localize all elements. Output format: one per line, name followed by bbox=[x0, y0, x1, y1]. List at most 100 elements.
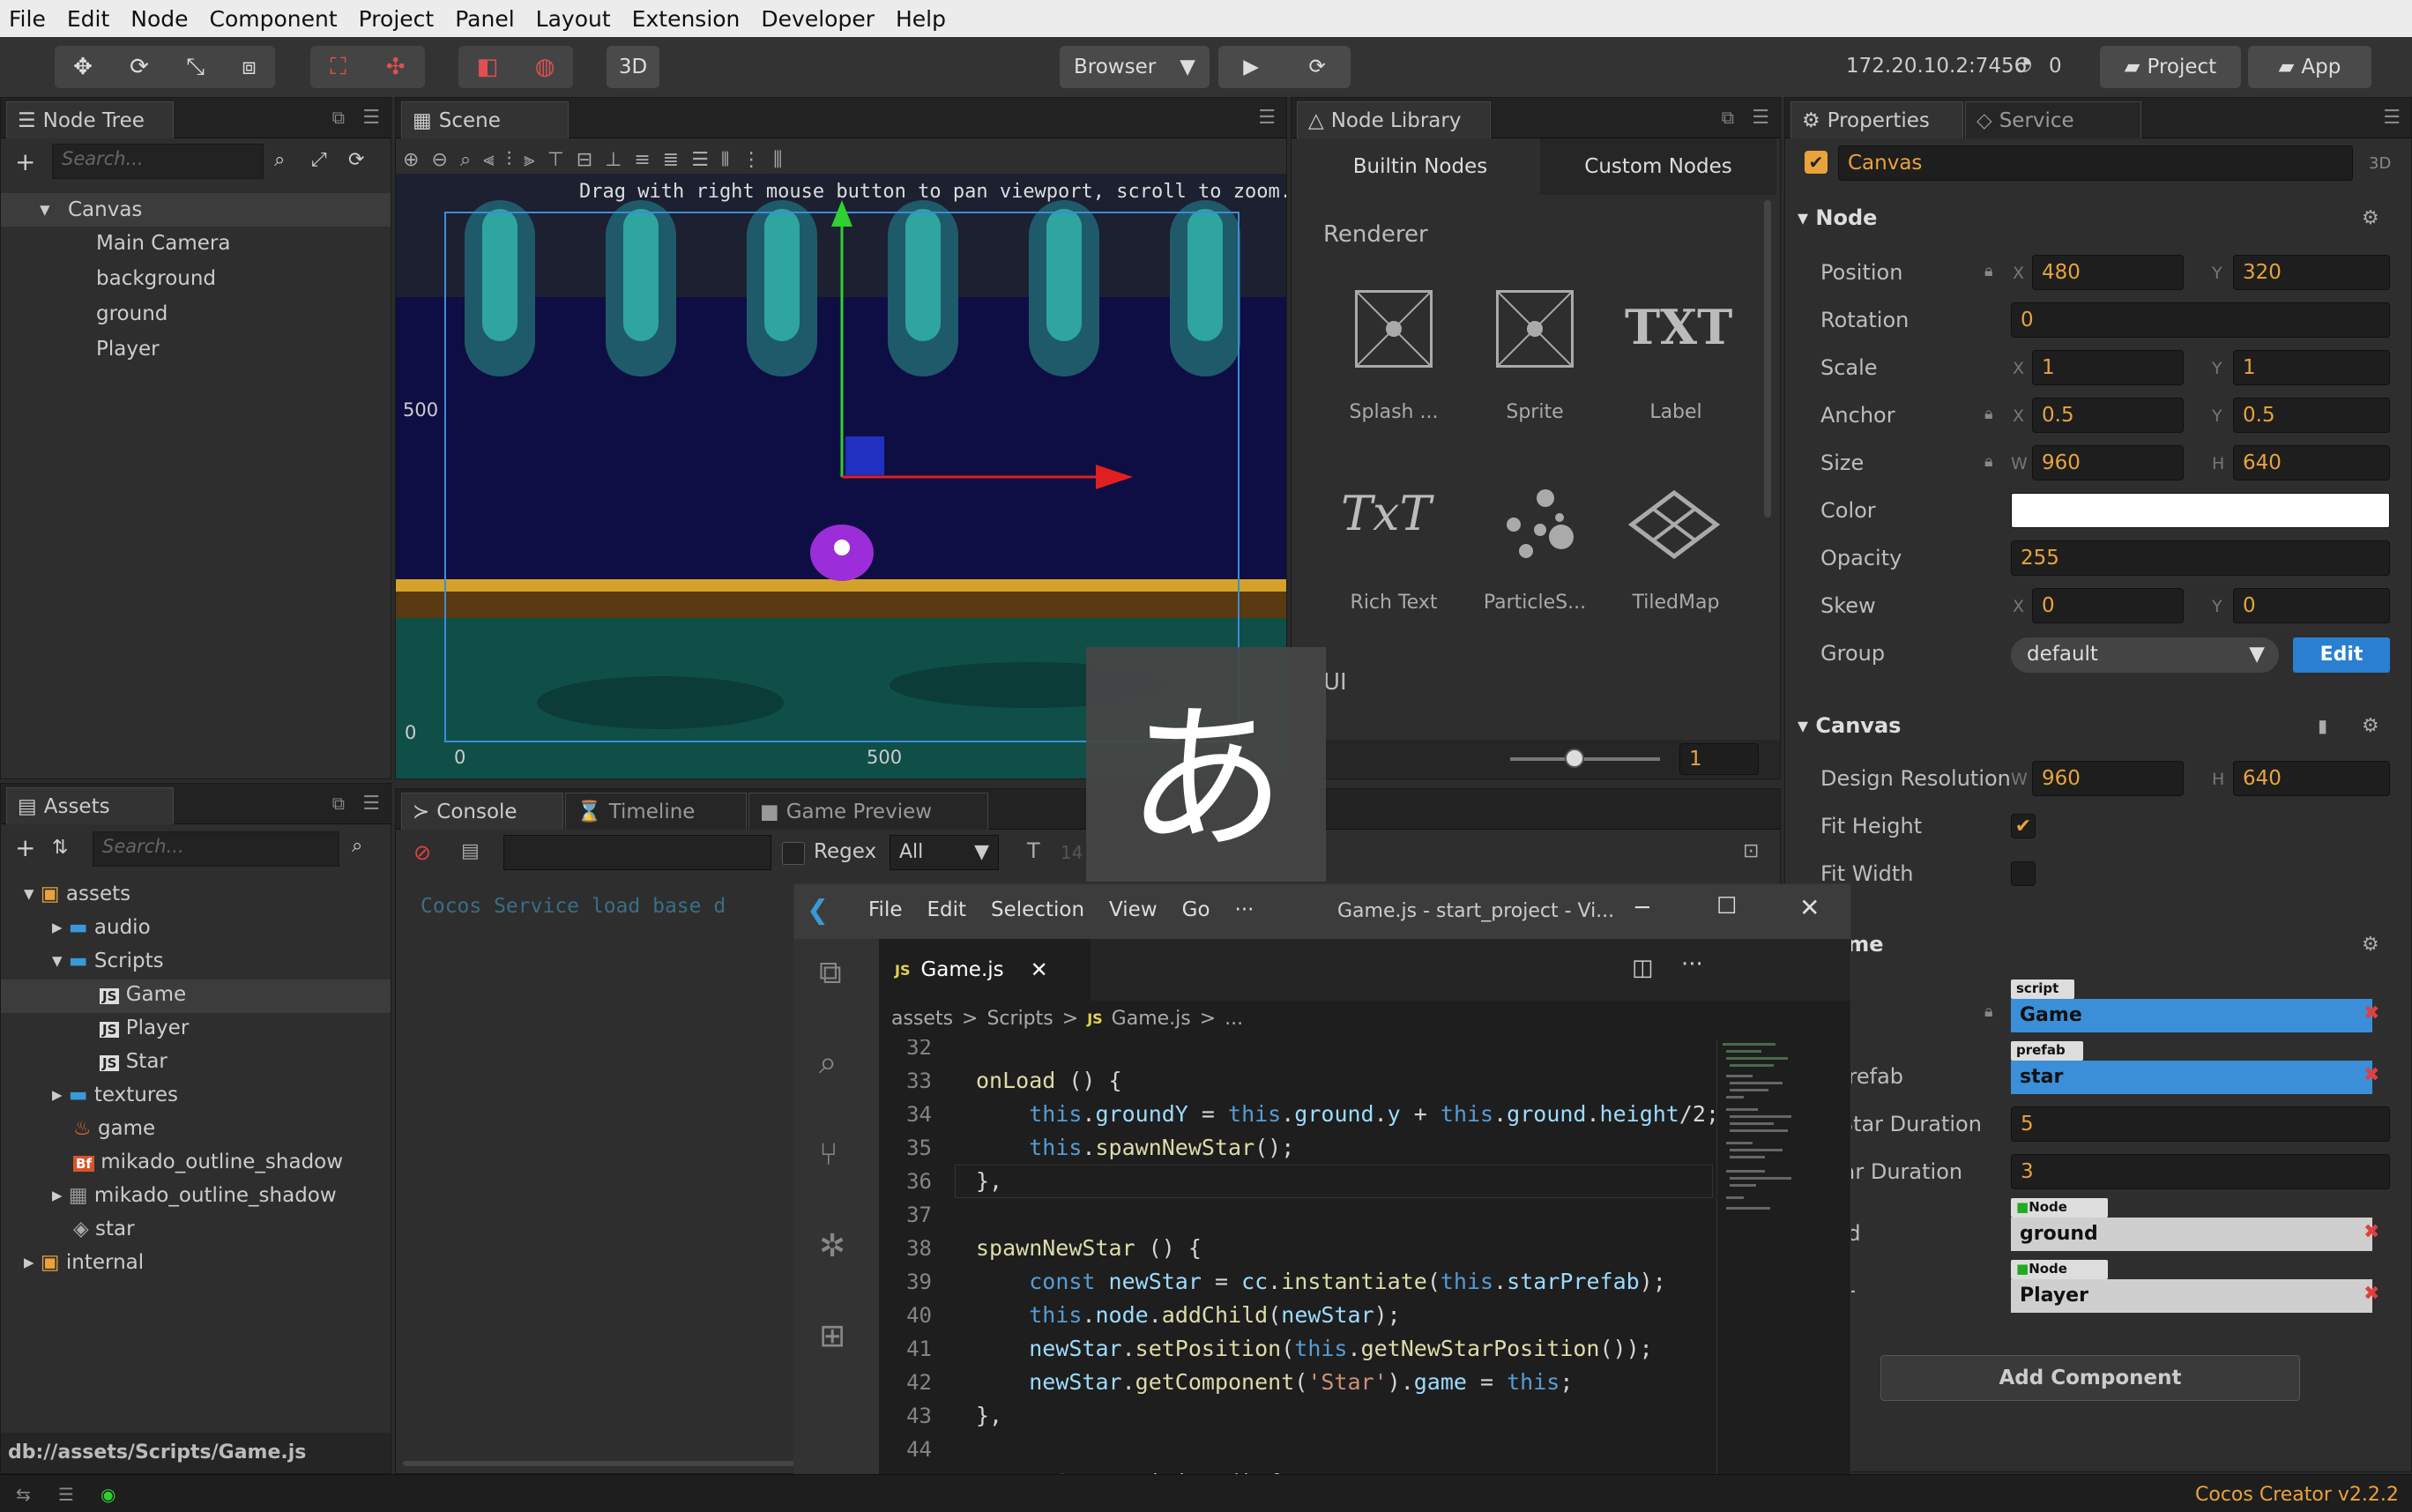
scale-x-field[interactable]: 1 bbox=[2032, 350, 2184, 385]
tree-row-canvas[interactable]: ▾ Canvas bbox=[1, 193, 391, 227]
distribute-middle-icon[interactable]: ≣ bbox=[663, 149, 679, 171]
code-editor[interactable]: 32 33 34 35 36 37 38 39 40 41 42 43 44 4… bbox=[879, 1039, 1716, 1511]
node-search-input[interactable]: Search... bbox=[52, 144, 264, 179]
asset-row-bitmap-font[interactable]: Bf mikado_outline_shadow bbox=[73, 1151, 343, 1173]
log-level-select[interactable]: All ▼ bbox=[890, 835, 999, 870]
preview-platform-select[interactable]: Browser ▼ bbox=[1060, 46, 1210, 88]
tab-node-library[interactable]: △ Node Library bbox=[1297, 101, 1491, 138]
more-actions-icon[interactable]: ··· bbox=[1681, 951, 1703, 978]
search-icon[interactable]: ⌕ bbox=[274, 149, 285, 171]
zoom-out-icon[interactable]: ⊖ bbox=[431, 149, 447, 171]
search-icon[interactable]: ⌕ bbox=[819, 1045, 837, 1082]
align-left-icon[interactable]: ⫷ bbox=[483, 149, 494, 171]
menu-extension[interactable]: Extension bbox=[632, 6, 741, 32]
sort-icon[interactable]: ⇅ bbox=[52, 837, 68, 859]
sprite-icon[interactable] bbox=[1496, 290, 1574, 368]
tab-timeline[interactable]: ⌛ Timeline bbox=[565, 793, 747, 830]
min-star-duration-field[interactable]: 3 bbox=[2011, 1154, 2390, 1189]
particle-icon[interactable] bbox=[1496, 482, 1581, 567]
vscode-menu-view[interactable]: View bbox=[1109, 898, 1158, 921]
design-res-w-field[interactable]: 960 bbox=[2032, 761, 2184, 796]
group-select[interactable]: default ▼ bbox=[2011, 637, 2279, 673]
menu-help[interactable]: Help bbox=[896, 6, 946, 32]
regex-checkbox[interactable] bbox=[782, 842, 805, 865]
tree-node-player[interactable]: Player bbox=[96, 338, 160, 361]
design-res-h-field[interactable]: 640 bbox=[2233, 761, 2390, 796]
3d-toggle-button[interactable]: 3D bbox=[607, 46, 659, 88]
menu-file[interactable]: File bbox=[9, 6, 46, 32]
rotation-field[interactable]: 0 bbox=[2011, 302, 2390, 338]
font-size-icon[interactable]: T bbox=[1027, 838, 1040, 863]
vscode-menu-go[interactable]: Go bbox=[1182, 898, 1210, 921]
vscode-menu-more[interactable]: ··· bbox=[1235, 898, 1254, 921]
distribute-top-icon[interactable]: ≡ bbox=[634, 149, 650, 171]
max-star-duration-field[interactable]: 5 bbox=[2011, 1106, 2390, 1142]
play-icon[interactable]: ▶ bbox=[1243, 56, 1259, 78]
distribute-bottom-icon[interactable]: ☰ bbox=[691, 149, 709, 171]
close-tab-icon[interactable]: ✕ bbox=[1031, 957, 1048, 982]
asset-row-audio[interactable]: ▸ ▬ audio bbox=[52, 916, 151, 939]
anchor-y-field[interactable]: 0.5 bbox=[2233, 398, 2390, 433]
align-top-icon[interactable]: ⊤ bbox=[547, 149, 564, 171]
refresh-icon[interactable]: ⟳ bbox=[348, 149, 364, 171]
tiledmap-icon[interactable] bbox=[1628, 489, 1720, 560]
breadcrumb-assets[interactable]: assets bbox=[891, 1008, 953, 1030]
zoom-value-field[interactable]: 1 bbox=[1679, 743, 1759, 775]
split-editor-icon[interactable]: ◫ bbox=[1632, 955, 1654, 981]
tree-node-ground[interactable]: ground bbox=[96, 302, 168, 325]
asset-row-internal[interactable]: ▸ ▣ internal bbox=[24, 1251, 144, 1274]
debug-icon[interactable]: ✲ bbox=[819, 1228, 845, 1264]
prefab-asset-field[interactable]: star bbox=[2011, 1061, 2372, 1094]
asset-row-scripts[interactable]: ▾ ▬ Scripts bbox=[52, 950, 164, 972]
tree-node-main-camera[interactable]: Main Camera bbox=[96, 232, 230, 255]
align-middle-icon[interactable]: ⊟ bbox=[577, 149, 592, 171]
node-section-header[interactable]: ▾ Node bbox=[1798, 205, 1877, 230]
tab-game-js[interactable]: JS Game.js ✕ bbox=[879, 939, 1091, 1001]
label-icon[interactable]: TXT bbox=[1625, 299, 1732, 355]
rotate-tool-icon[interactable]: ⟳ bbox=[130, 54, 149, 80]
collapse-icon[interactable]: ⊡ bbox=[1743, 840, 1759, 862]
tab-builtin-nodes[interactable]: Builtin Nodes bbox=[1300, 138, 1540, 195]
canvas-section-header[interactable]: ▾ Canvas bbox=[1798, 713, 1901, 738]
ground-node-field[interactable]: ground bbox=[2011, 1218, 2372, 1251]
scale-y-field[interactable]: 1 bbox=[2233, 350, 2390, 385]
size-w-field[interactable]: 960 bbox=[2032, 445, 2184, 480]
gear-icon[interactable]: ⚙ bbox=[2362, 715, 2379, 737]
opacity-field[interactable]: 255 bbox=[2011, 540, 2390, 576]
world-icon[interactable]: ◍ bbox=[535, 54, 555, 80]
tab-scene[interactable]: ▦ Scene bbox=[401, 101, 569, 138]
asset-row-font-texture[interactable]: ▸ ▦ mikado_outline_shadow bbox=[52, 1184, 337, 1207]
breadcrumb-file[interactable]: Game.js bbox=[1112, 1008, 1191, 1030]
size-h-field[interactable]: 640 bbox=[2233, 445, 2390, 480]
tab-service[interactable]: ◇ Service bbox=[1965, 101, 2141, 138]
asset-row-assets[interactable]: ▾ ▣ assets bbox=[24, 883, 130, 905]
node-active-checkbox[interactable]: ✔ bbox=[1805, 151, 1828, 174]
extensions-icon[interactable]: ⊞ bbox=[819, 1318, 845, 1354]
fit-height-checkbox[interactable]: ✔ bbox=[2011, 814, 2036, 838]
add-node-icon[interactable]: + bbox=[15, 147, 35, 176]
vscode-menu-file[interactable]: File bbox=[868, 898, 903, 921]
gizmo-icon[interactable]: ◧ bbox=[477, 54, 499, 80]
menu-edit[interactable]: Edit bbox=[67, 6, 109, 32]
collapse-arrow-icon[interactable]: ▾ bbox=[40, 198, 50, 221]
menu-panel[interactable]: Panel bbox=[455, 6, 514, 32]
clear-console-icon[interactable]: ⊘ bbox=[413, 840, 431, 865]
tab-custom-nodes[interactable]: Custom Nodes bbox=[1540, 138, 1776, 195]
tab-console[interactable]: ≻ Console bbox=[401, 793, 563, 830]
open-app-button[interactable]: ▰ App bbox=[2248, 46, 2371, 88]
local-icon[interactable]: ✣ bbox=[386, 54, 406, 80]
breadcrumb-scripts[interactable]: Scripts bbox=[986, 1008, 1053, 1030]
tab-node-tree[interactable]: ☰ Node Tree bbox=[6, 101, 174, 138]
clear-icon[interactable]: ✖ bbox=[2364, 1283, 2379, 1305]
font-size-value[interactable]: 14 bbox=[1061, 842, 1083, 863]
tab-properties[interactable]: ⚙ Properties bbox=[1790, 101, 1963, 138]
anchor-x-field[interactable]: 0.5 bbox=[2032, 398, 2184, 433]
popout-icon[interactable]: ⧉ bbox=[332, 107, 345, 128]
panel-menu-icon[interactable]: ☰ bbox=[2383, 107, 2401, 129]
console-filter-input[interactable] bbox=[503, 835, 771, 870]
pivot-icon[interactable]: ⛶ bbox=[331, 54, 346, 81]
asset-search-input[interactable]: Search... bbox=[93, 831, 339, 867]
open-project-button[interactable]: ▰ Project bbox=[2100, 46, 2241, 88]
minimize-icon[interactable]: ─ bbox=[1635, 895, 1649, 921]
book-icon[interactable]: ▮ bbox=[2318, 715, 2327, 736]
